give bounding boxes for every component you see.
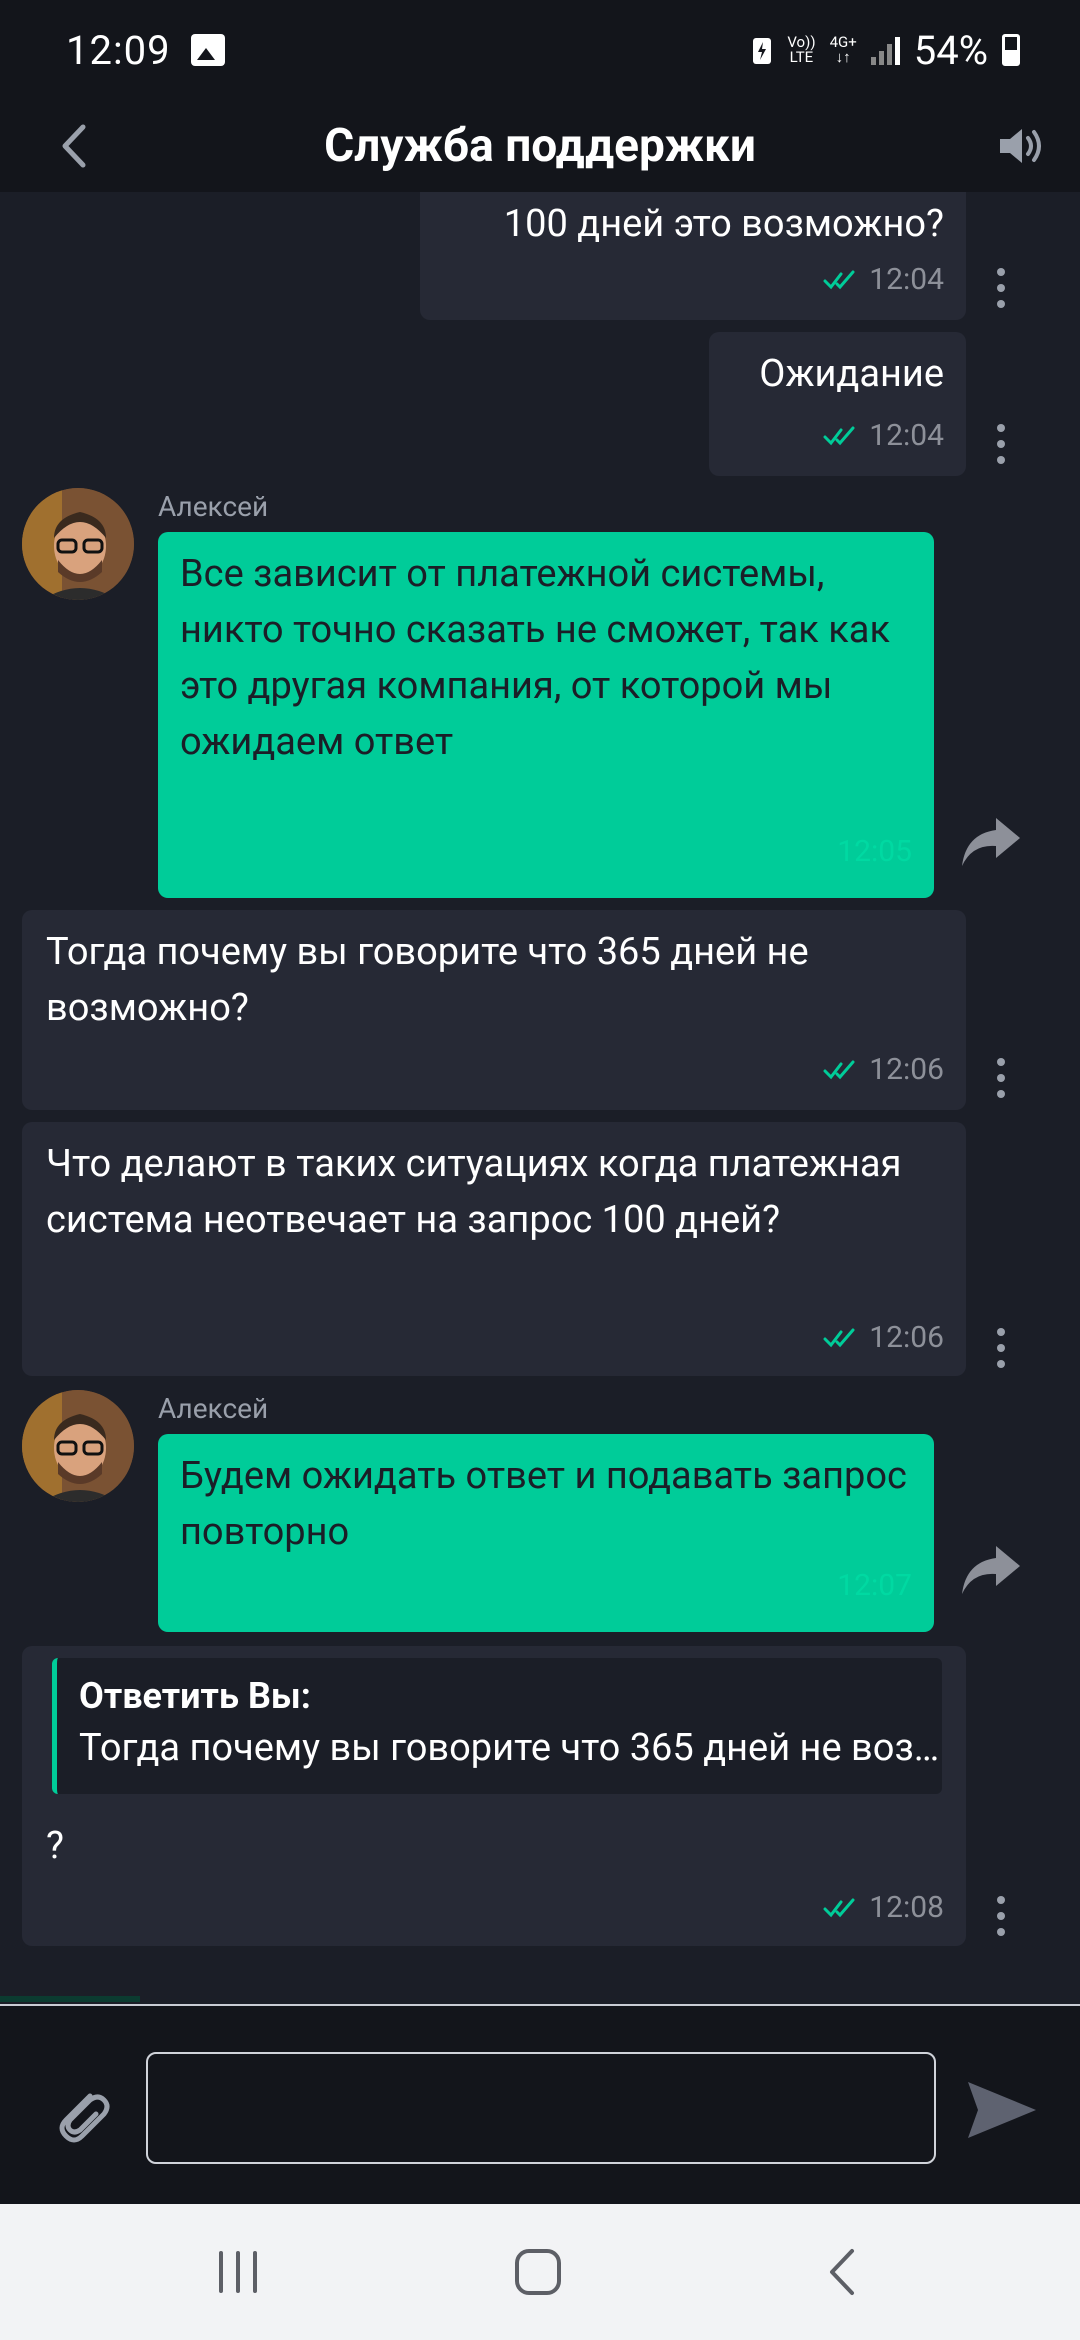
battery-icon [1002, 34, 1020, 66]
message-meta: 12:04 [823, 262, 944, 297]
message-meta: 12:07 [837, 1568, 912, 1603]
double-check-icon [823, 1328, 855, 1347]
message-text: 100 дней это возможно? [503, 202, 944, 246]
message-meta: 12:05 [837, 834, 912, 869]
double-check-icon [823, 1060, 855, 1079]
message-bubble-outgoing[interactable]: Ответить Вы: Тогда почему вы говорите чт… [22, 1646, 966, 1946]
avatar[interactable] [22, 1390, 134, 1502]
app-header: Служба поддержки [0, 100, 1080, 192]
paperclip-icon[interactable] [48, 2082, 112, 2146]
message-text: Что делают в таких ситуациях когда плате… [46, 1142, 902, 1242]
message-time: 12:05 [837, 834, 912, 869]
message-bubble-outgoing[interactable]: Ожидание 12:04 [709, 332, 966, 476]
composer-bar [0, 2004, 1080, 2204]
image-notification-icon [190, 34, 225, 66]
recent-apps-icon [219, 2251, 257, 2293]
sender-name: Алексей [158, 1392, 269, 1425]
message-text: Ожидание [759, 352, 944, 396]
message-text: Тогда почему вы говорите что 365 дней не… [46, 930, 809, 1030]
recent-apps-button[interactable] [208, 2242, 268, 2302]
speaker-icon [1000, 129, 1041, 163]
message-text: Будем ожидать ответ и подавать запрос по… [180, 1454, 907, 1554]
message-meta: 12:08 [823, 1890, 944, 1925]
message-menu-button[interactable] [991, 1328, 1011, 1368]
home-icon [515, 2249, 561, 2295]
message-time: 12:04 [869, 262, 944, 297]
message-meta: 12:04 [823, 418, 944, 453]
message-menu-button[interactable] [991, 1896, 1011, 1936]
reply-text: Тогда почему вы говорите что 365 дней не… [79, 1726, 959, 1770]
chevron-left-icon [62, 124, 86, 168]
agent-avatar-image [22, 488, 134, 600]
message-bubble-outgoing[interactable]: Что делают в таких ситуациях когда плате… [22, 1122, 966, 1376]
status-time: 12:09 [66, 26, 171, 74]
message-list[interactable]: 100 дней это возможно? 12:04 Ожидание 12… [0, 192, 1080, 2000]
forward-icon[interactable] [958, 814, 1024, 870]
message-bubble-outgoing[interactable]: 100 дней это возможно? 12:04 [420, 192, 966, 320]
status-bar: 12:09 Vo)) LTE 4G+ ↓↑ 54% [0, 0, 1080, 100]
back-button[interactable] [44, 114, 104, 178]
network-gen-indicator: 4G+ ↓↑ [829, 33, 857, 66]
message-menu-button[interactable] [991, 268, 1011, 308]
forward-icon[interactable] [958, 1542, 1024, 1598]
message-bubble-incoming[interactable]: Все зависит от платежной системы, никто … [158, 532, 934, 898]
message-time: 12:08 [869, 1890, 944, 1925]
system-nav-bar [0, 2204, 1080, 2340]
avatar[interactable] [22, 488, 134, 600]
message-text: Все зависит от платежной системы, никто … [180, 552, 891, 764]
agent-avatar-image [22, 1390, 134, 1502]
message-text: ? [46, 1824, 64, 1868]
message-menu-button[interactable] [991, 1058, 1011, 1098]
double-check-icon [823, 426, 855, 445]
chat-screen: 12:09 Vo)) LTE 4G+ ↓↑ 54% Служба поддерж… [0, 0, 1080, 2340]
message-input[interactable] [146, 2052, 936, 2164]
message-meta: 12:06 [823, 1320, 944, 1355]
message-time: 12:06 [869, 1320, 944, 1355]
message-menu-button[interactable] [991, 424, 1011, 464]
message-time: 12:04 [869, 418, 944, 453]
page-title: Служба поддержки [324, 119, 756, 173]
double-check-icon [823, 270, 855, 289]
message-time: 12:07 [837, 1568, 912, 1603]
reply-title: Ответить Вы: [79, 1675, 311, 1717]
message-meta: 12:06 [823, 1052, 944, 1087]
message-time: 12:06 [869, 1052, 944, 1087]
home-button[interactable] [508, 2242, 568, 2302]
volte-indicator: Vo)) LTE [787, 33, 816, 66]
message-bubble-outgoing[interactable]: Тогда почему вы говорите что 365 дней не… [22, 910, 966, 1110]
signal-icon [870, 35, 900, 65]
battery-saver-icon [753, 38, 772, 64]
sound-toggle-button[interactable] [994, 120, 1050, 172]
message-bubble-incoming[interactable]: Будем ожидать ответ и подавать запрос по… [158, 1434, 934, 1632]
reply-quote[interactable]: Ответить Вы: Тогда почему вы говорите чт… [52, 1658, 959, 1794]
send-icon[interactable] [964, 2076, 1040, 2144]
back-arrow-icon [830, 2249, 854, 2295]
battery-percent: 54% [913, 26, 988, 74]
system-back-button[interactable] [812, 2242, 872, 2302]
scroll-indicator [0, 1996, 140, 2002]
double-check-icon [823, 1898, 855, 1917]
sender-name: Алексей [158, 490, 269, 523]
